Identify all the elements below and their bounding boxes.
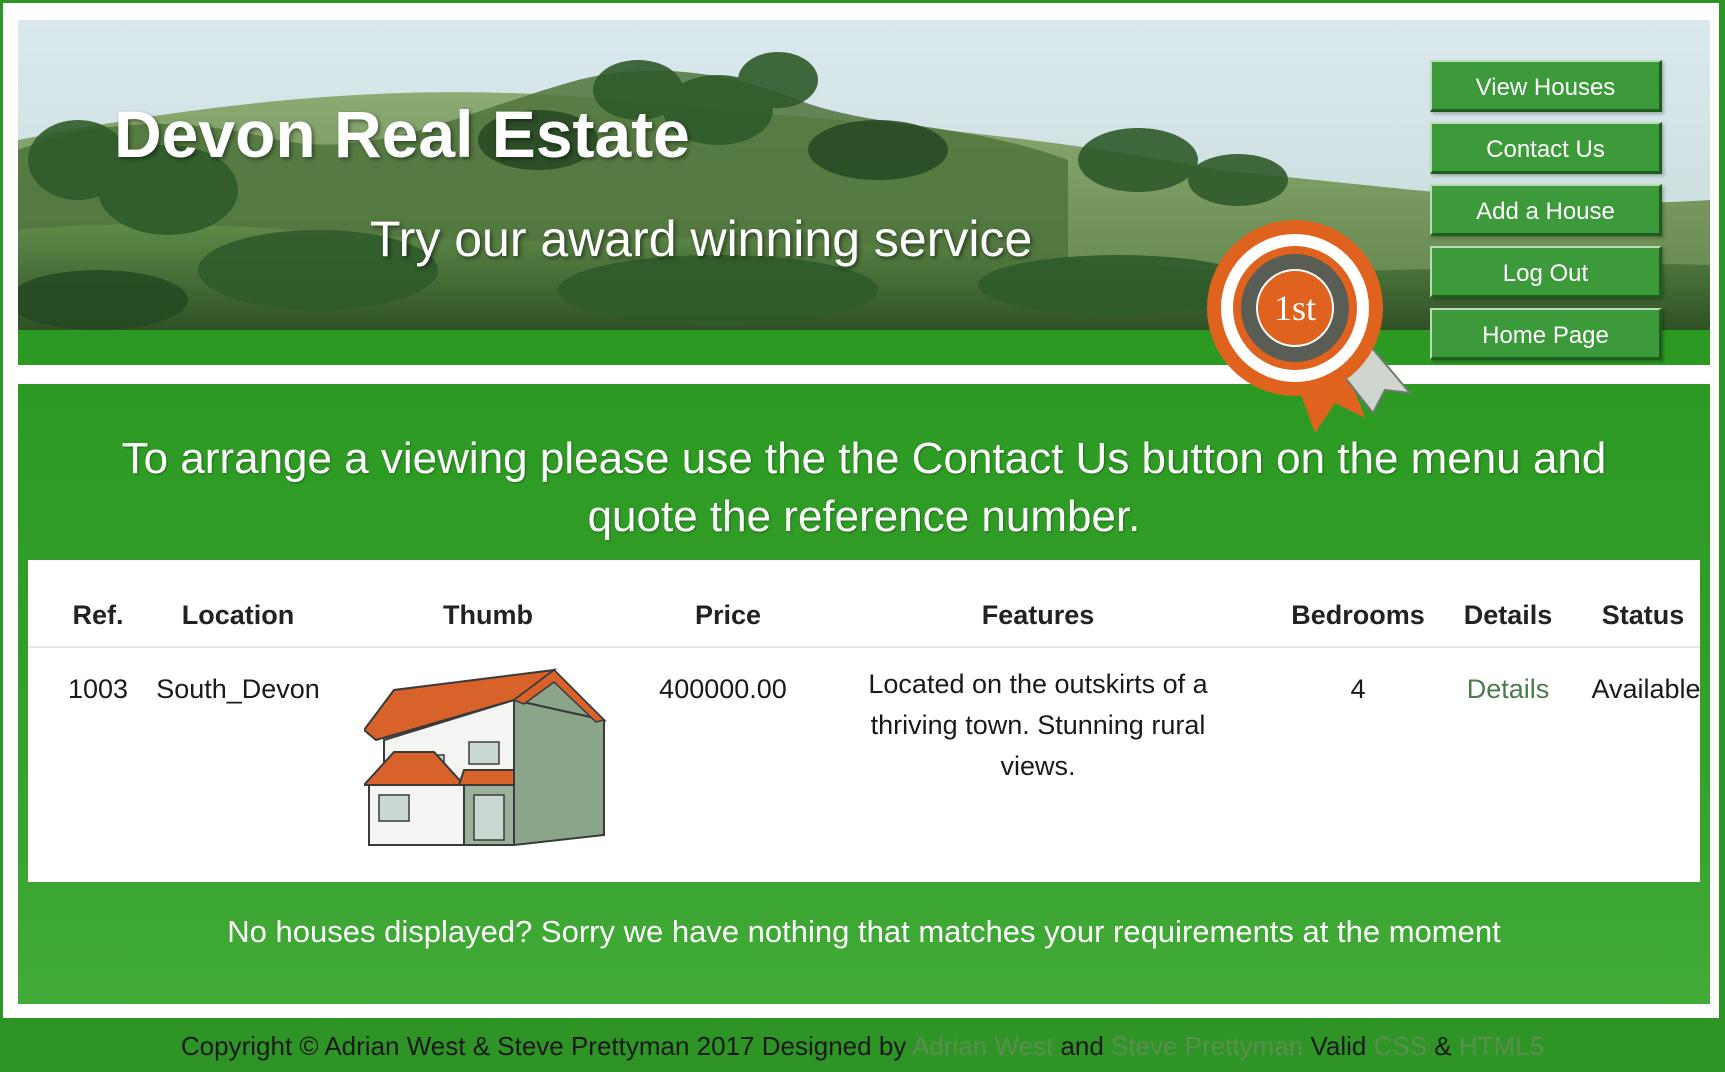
css-validator-link[interactable]: CSS xyxy=(1374,1031,1427,1061)
view-houses-button[interactable]: View Houses xyxy=(1430,60,1662,112)
author-adrian-west-link[interactable]: Adrian West xyxy=(912,1031,1053,1061)
html5-validator-link[interactable]: HTML5 xyxy=(1459,1031,1544,1061)
main-content: To arrange a viewing please use the the … xyxy=(18,384,1710,1004)
contact-us-button[interactable]: Contact Us xyxy=(1430,122,1662,174)
header-thumb: Thumb xyxy=(443,600,533,630)
log-out-button[interactable]: Log Out xyxy=(1430,246,1662,298)
features-line-1: Located on the outskirts of a xyxy=(868,669,1208,699)
viewing-instructions: To arrange a viewing please use the the … xyxy=(18,430,1710,546)
site-footer: Copyright © Adrian West & Steve Prettyma… xyxy=(0,1020,1725,1072)
features-line-3: views. xyxy=(1000,751,1076,781)
cell-features: Located on the outskirts of a thriving t… xyxy=(838,664,1238,787)
header-details: Details xyxy=(1463,600,1553,630)
intro-line-1: To arrange a viewing please use the the … xyxy=(121,434,1607,483)
header-bedrooms: Bedrooms xyxy=(1291,600,1425,630)
header-divider xyxy=(28,646,1700,648)
details-link[interactable]: Details xyxy=(1467,674,1550,704)
cell-status: Available xyxy=(1591,674,1701,704)
award-rosette-icon: 1st xyxy=(1207,220,1413,433)
no-houses-message: No houses displayed? Sorry we have nothi… xyxy=(227,914,1501,949)
cell-location: South_Devon xyxy=(156,674,320,704)
header-price: Price xyxy=(694,600,762,630)
footer-valid: Valid xyxy=(1303,1031,1374,1061)
footer-amp: & xyxy=(1427,1031,1459,1061)
author-steve-prettyman-link[interactable]: Steve Prettyman xyxy=(1111,1031,1303,1061)
footer-and: and xyxy=(1053,1031,1112,1061)
cell-details: Details xyxy=(1438,674,1578,705)
site-title: Devon Real Estate xyxy=(114,97,690,171)
header-location: Location xyxy=(181,600,295,630)
cell-price: 400000.00 xyxy=(659,674,787,704)
nav-menu: View Houses Contact Us Add a House Log O… xyxy=(1430,60,1666,365)
tagline: Try our award winning service xyxy=(370,211,1033,267)
intro-line-2: quote the reference number. xyxy=(587,492,1141,541)
header-features: Features xyxy=(981,600,1095,630)
features-line-2: thriving town. Stunning rural xyxy=(870,710,1206,740)
site-header: Devon Real Estate Try our award winning … xyxy=(18,20,1710,365)
home-page-button[interactable]: Home Page xyxy=(1430,308,1662,360)
houses-table: Ref. Location Thumb Price Features Bedro… xyxy=(28,560,1701,882)
house-thumbnail-image xyxy=(364,668,608,847)
badge-text: 1st xyxy=(1274,288,1316,328)
copyright-text: Copyright © Adrian West & Steve Prettyma… xyxy=(180,1031,913,1061)
header-status: Status xyxy=(1601,600,1685,630)
header-ref: Ref. xyxy=(72,600,124,630)
cell-bedrooms: 4 xyxy=(1350,674,1366,704)
add-a-house-button[interactable]: Add a House xyxy=(1430,184,1662,236)
